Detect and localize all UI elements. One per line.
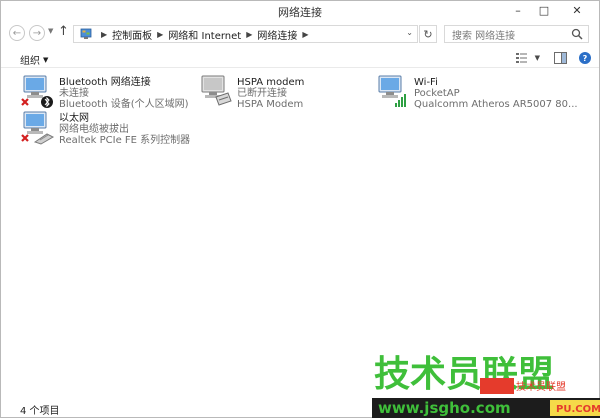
item-status: PocketAP [414, 88, 460, 99]
list-item-hspa-modem[interactable]: HSPA modem 已断开连接 HSPA Modem [198, 73, 304, 110]
view-toggle-group [563, 402, 591, 413]
navigation-bar: ← → ▼ ↑ ▶ 控制面板 ▶ 网络和 Internet ▶ 网络连接 ▶ ⌄ [1, 23, 599, 45]
search-icon[interactable] [571, 28, 583, 40]
breadcrumb-separator-icon[interactable]: ▶ [157, 30, 163, 39]
close-button[interactable]: ✕ [557, 1, 597, 19]
breadcrumb-network-connections[interactable]: 网络连接 [257, 27, 297, 42]
minimize-button[interactable]: – [505, 1, 531, 19]
up-button[interactable]: ↑ [58, 24, 69, 39]
back-button[interactable]: ← [9, 25, 25, 41]
forward-button[interactable]: → [29, 25, 45, 41]
item-device: Realtek PCIe FE 系列控制器 [59, 135, 191, 146]
title-bar[interactable]: 网络连接 – □ ✕ [1, 1, 599, 21]
organize-menu[interactable]: 组织 ▼ [20, 52, 49, 68]
help-icon: ? [579, 52, 591, 64]
item-name: Wi-Fi [414, 77, 438, 88]
breadcrumb-network-internet[interactable]: 网络和 Internet [168, 27, 241, 42]
chevron-down-icon: ▼ [534, 54, 540, 62]
item-name: 以太网 [59, 113, 89, 124]
window-controls: – □ ✕ [505, 1, 597, 21]
item-device: Qualcomm Atheros AR5007 80... [414, 99, 578, 110]
refresh-icon: ↻ [423, 27, 433, 41]
chevron-down-icon: ▼ [43, 55, 49, 64]
explorer-window: 网络连接 – □ ✕ ← → ▼ ↑ ▶ 控制面板 ▶ 网络和 Internet… [0, 0, 600, 418]
recent-locations-button[interactable]: ▼ [48, 27, 53, 35]
network-connections-list: Bluetooth 网络连接 未连接 Bluetooth 设备(个人区域网) H… [1, 69, 599, 397]
item-device: HSPA Modem [237, 99, 304, 110]
search-input-placeholder: 搜索 网络连接 [452, 30, 516, 42]
chevron-down-icon: ▼ [48, 27, 54, 35]
maximize-button[interactable]: □ [531, 1, 557, 19]
change-view-button[interactable] [515, 50, 529, 66]
details-view-icon[interactable] [563, 402, 575, 413]
preview-pane-button[interactable] [554, 50, 567, 66]
item-name: Bluetooth 网络连接 [59, 77, 151, 88]
toolbar-right: ▼ ? [515, 50, 591, 66]
item-text: Bluetooth 网络连接 未连接 Bluetooth 设备(个人区域网) [59, 73, 189, 110]
organize-label: 组织 [20, 56, 40, 67]
arrow-left-icon: ← [12, 27, 22, 39]
item-count: 4 个项目 [20, 406, 60, 417]
large-icons-view-icon[interactable] [579, 402, 591, 413]
modem-icon [198, 73, 234, 109]
search-box[interactable]: 搜索 网络连接 [444, 25, 589, 43]
breadcrumb-separator-icon[interactable]: ▶ [302, 30, 308, 39]
preview-pane-icon [554, 52, 567, 64]
wifi-icon [375, 73, 411, 109]
item-status: 未连接 [59, 88, 89, 99]
help-button[interactable]: ? [579, 50, 591, 66]
address-history-dropdown[interactable]: ⌄ [406, 28, 413, 37]
view-options-icon [515, 53, 527, 63]
command-toolbar: 组织 ▼ ▼ ? [1, 48, 599, 68]
item-text: HSPA modem 已断开连接 HSPA Modem [237, 73, 304, 110]
item-text: 以太网 网络电缆被拔出 Realtek PCIe FE 系列控制器 [59, 109, 190, 146]
refresh-button[interactable]: ↻ [419, 25, 437, 43]
list-item-wifi[interactable]: Wi-Fi PocketAP Qualcomm Atheros AR5007 8… [375, 73, 578, 110]
list-item-bluetooth[interactable]: Bluetooth 网络连接 未连接 Bluetooth 设备(个人区域网) [20, 73, 189, 110]
item-status: 网络电缆被拔出 [59, 124, 129, 135]
item-status: 已断开连接 [237, 88, 287, 99]
status-bar: 4 个项目 [1, 399, 599, 417]
control-panel-icon [80, 28, 92, 39]
ethernet-icon [20, 109, 56, 145]
address-bar[interactable]: ▶ 控制面板 ▶ 网络和 Internet ▶ 网络连接 ▶ ⌄ [73, 25, 418, 43]
breadcrumb-separator-icon: ▶ [101, 29, 108, 39]
breadcrumb-separator-icon[interactable]: ▶ [246, 30, 252, 39]
breadcrumb-control-panel[interactable]: 控制面板 [112, 27, 152, 42]
arrow-up-icon: ↑ [58, 24, 69, 39]
bluetooth-network-icon [20, 73, 56, 109]
arrow-right-icon: → [32, 27, 42, 39]
view-dropdown-button[interactable]: ▼ [535, 50, 540, 66]
list-item-ethernet[interactable]: 以太网 网络电缆被拔出 Realtek PCIe FE 系列控制器 [20, 109, 190, 146]
item-name: HSPA modem [237, 77, 305, 88]
item-text: Wi-Fi PocketAP Qualcomm Atheros AR5007 8… [414, 73, 578, 110]
